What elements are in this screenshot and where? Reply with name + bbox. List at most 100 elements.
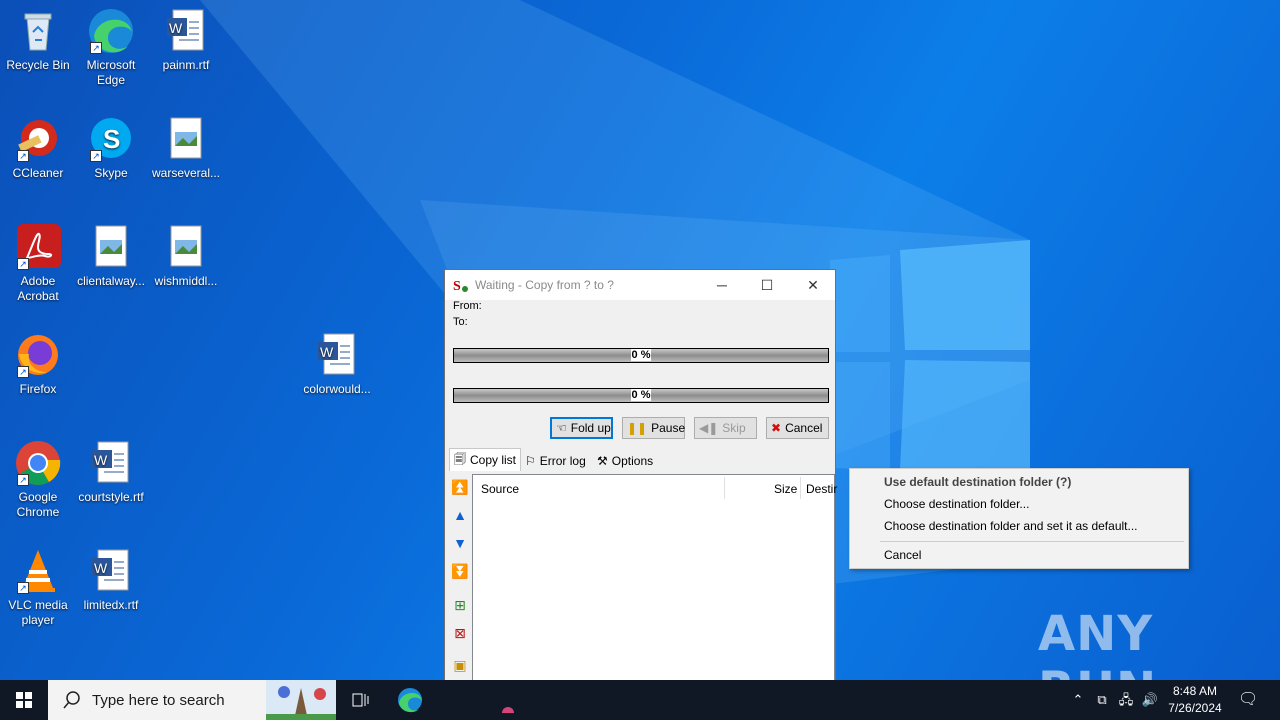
meet-now-icon[interactable]: ⧉: [1092, 690, 1112, 710]
add-file-icon[interactable]: ⊞: [451, 596, 469, 614]
cancel-button[interactable]: ✖ Cancel: [766, 417, 829, 439]
task-view-icon: [352, 693, 369, 707]
shortcut-arrow-icon: ↗: [17, 474, 29, 486]
chrome-icon: ↗: [15, 440, 61, 486]
desktop-icon-painm[interactable]: W painm.rtf: [148, 8, 224, 73]
edge-icon: [398, 688, 422, 713]
desktop-icon-firefox[interactable]: ↗ Firefox: [0, 332, 76, 397]
desktop-icon-ccleaner[interactable]: ↗ CCleaner: [0, 116, 76, 181]
minimize-button[interactable]: ─: [699, 270, 745, 300]
desktop-icon-chrome[interactable]: ↗ Google Chrome: [0, 440, 76, 520]
tab-copy-list[interactable]: 🗐 Copy list: [449, 448, 522, 471]
desktop-icon-recycle-bin[interactable]: Recycle Bin: [0, 8, 76, 73]
copy-list-icon: 🗐: [454, 451, 466, 466]
close-button[interactable]: ✕: [790, 270, 836, 300]
volume-icon[interactable]: 🔊: [1140, 690, 1160, 710]
taskbar-edge-button[interactable]: [386, 680, 434, 720]
pause-icon: ❚❚: [627, 421, 648, 435]
skip-button[interactable]: ◀❚ Skip: [694, 417, 757, 439]
move-top-icon[interactable]: ⏫: [451, 478, 469, 496]
move-bottom-icon[interactable]: ⏬: [451, 562, 469, 580]
pause-button[interactable]: ❚❚ Pause: [622, 417, 685, 439]
taskbar-search-box[interactable]: Type here to search: [48, 680, 336, 720]
svg-text:W: W: [320, 344, 334, 360]
maximize-button[interactable]: ☐: [744, 270, 790, 300]
move-up-icon[interactable]: ▲: [451, 506, 469, 524]
search-icon: [63, 691, 80, 709]
network-icon[interactable]: 🖧: [1116, 690, 1136, 710]
image-file-icon: [163, 116, 209, 162]
shortcut-arrow-icon: ↗: [17, 258, 29, 270]
ccleaner-icon: ↗: [15, 116, 61, 162]
svg-text:W: W: [169, 20, 183, 36]
skype-icon: S ↗: [88, 116, 134, 162]
shortcut-arrow-icon: ↗: [90, 150, 102, 162]
word-doc-icon: W: [163, 8, 209, 54]
total-progress-bar: 0 %: [453, 388, 829, 403]
copy-list[interactable]: Source Size Destir ‹ ›: [472, 474, 837, 707]
notification-center-icon[interactable]: 🗨: [1238, 690, 1258, 710]
skip-icon: ◀❚: [699, 421, 719, 435]
current-progress-text: 0 %: [630, 349, 652, 361]
copy-window: S Waiting - Copy from ? to ? ─ ☐ ✕ From:…: [444, 269, 837, 707]
menu-item-cancel[interactable]: Cancel: [884, 548, 921, 562]
column-divider: [724, 477, 725, 499]
word-doc-icon: W: [88, 548, 134, 594]
column-source[interactable]: Source: [481, 482, 519, 496]
svg-text:W: W: [94, 560, 108, 576]
column-size[interactable]: Size: [774, 482, 797, 496]
menu-item-use-default-destination[interactable]: Use default destination folder (?): [884, 475, 1071, 489]
taskbar: Type here to search ⌃ ⧉ 🖧 🔊 8:48 AM 7/26…: [0, 680, 1280, 720]
desktop-icon-acrobat[interactable]: ↗ Adobe Acrobat: [0, 224, 76, 304]
save-list-icon[interactable]: ▣: [451, 656, 469, 674]
desktop-icon-limitedx[interactable]: W limitedx.rtf: [73, 548, 149, 613]
menu-item-choose-and-set-default[interactable]: Choose destination folder and set it as …: [884, 519, 1138, 533]
tab-error-log[interactable]: ⚐ Error log: [521, 450, 590, 472]
column-destination[interactable]: Destir: [806, 482, 837, 496]
total-progress-text: 0 %: [630, 389, 652, 401]
remove-file-icon[interactable]: ⊠: [451, 624, 469, 642]
image-file-icon: [88, 224, 134, 270]
menu-separator: [880, 541, 1184, 542]
from-label: From:: [453, 300, 482, 312]
task-view-button[interactable]: [336, 680, 384, 720]
options-icon: ⚒: [597, 454, 608, 468]
window-titlebar[interactable]: S Waiting - Copy from ? to ? ─ ☐ ✕: [445, 270, 835, 300]
desktop-icon-clientalway[interactable]: clientalway...: [73, 224, 149, 289]
svg-text:S: S: [453, 279, 461, 293]
desktop-icon-edge[interactable]: ↗ Microsoft Edge: [73, 8, 149, 88]
menu-item-choose-destination[interactable]: Choose destination folder...: [884, 497, 1029, 511]
desktop-icon-wishmiddl[interactable]: wishmiddl...: [148, 224, 224, 289]
search-placeholder: Type here to search: [92, 691, 225, 709]
tab-options[interactable]: ⚒ Options: [593, 450, 657, 472]
move-down-icon[interactable]: ▼: [451, 534, 469, 552]
fold-up-icon: ☜: [556, 421, 567, 435]
column-divider: [800, 477, 801, 499]
shortcut-arrow-icon: ↗: [17, 582, 29, 594]
acrobat-icon: ↗: [15, 224, 61, 270]
app-icon: S: [453, 279, 468, 293]
taskbar-app-partial[interactable]: [484, 680, 532, 720]
desktop-icon-vlc[interactable]: ↗ VLC media player: [0, 548, 76, 628]
svg-text:S: S: [103, 124, 120, 154]
desktop-icon-skype[interactable]: S ↗ Skype: [73, 116, 149, 181]
clock-time: 8:48 AM: [1172, 684, 1218, 698]
taskbar-clock[interactable]: 8:48 AM 7/26/2024: [1160, 683, 1230, 717]
show-hidden-icons-button[interactable]: ⌃: [1068, 690, 1088, 710]
svg-text:W: W: [94, 452, 108, 468]
firefox-icon: ↗: [15, 332, 61, 378]
desktop-icon-warseveral[interactable]: warseveral...: [148, 116, 224, 181]
recycle-bin-icon: [15, 8, 61, 54]
start-button[interactable]: [0, 680, 48, 720]
shortcut-arrow-icon: ↗: [17, 150, 29, 162]
destination-context-menu: Use default destination folder (?) Choos…: [849, 468, 1189, 569]
word-doc-icon: W: [88, 440, 134, 486]
desktop-icon-courtstyle[interactable]: W courtstyle.rtf: [73, 440, 149, 505]
desktop-icon-colorwould[interactable]: W colorwould...: [299, 332, 375, 397]
windows-logo-icon: [16, 692, 32, 708]
image-file-icon: [163, 224, 209, 270]
fold-up-button[interactable]: ☜ Fold up: [550, 417, 613, 439]
current-progress-bar: 0 %: [453, 348, 829, 363]
vlc-icon: ↗: [15, 548, 61, 594]
shortcut-arrow-icon: ↗: [90, 42, 102, 54]
